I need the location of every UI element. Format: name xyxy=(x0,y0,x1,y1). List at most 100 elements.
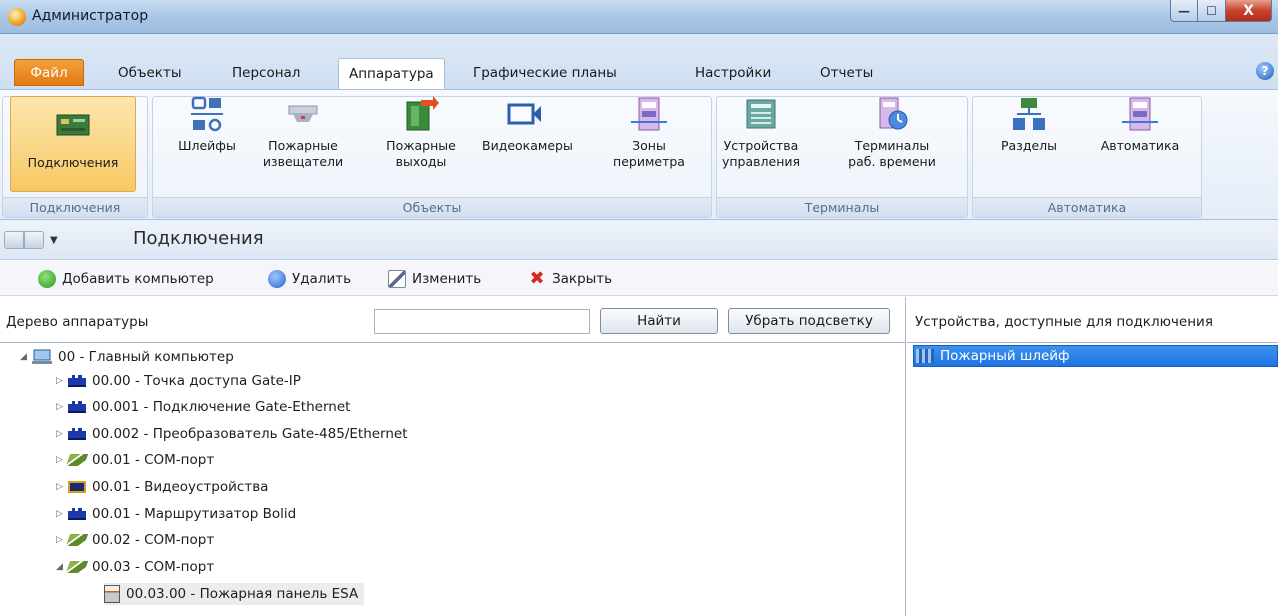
forward-arrow-icon[interactable] xyxy=(24,231,44,249)
tree-node[interactable]: ▷ 00.02 - COM-порт xyxy=(56,529,214,551)
edit-label: Изменить xyxy=(412,271,482,287)
ribbon-button-label: Терминалы раб. времени xyxy=(848,138,936,169)
tree-node[interactable]: ▷ 00.01 - Видеоустройства xyxy=(56,476,268,498)
ribbon-group-label: Объекты xyxy=(153,197,711,217)
delete-label: Удалить xyxy=(292,271,352,287)
ribbon-button-control-devices[interactable]: Устройства управления xyxy=(718,96,804,170)
available-devices-pane: Устройства, доступные для подключения По… xyxy=(907,297,1278,616)
tree-node-label: 00.01 - Маршрутизатор Bolid xyxy=(92,506,297,522)
tab-settings[interactable]: Настройки xyxy=(685,58,781,90)
tree-node[interactable]: ▷ 00.001 - Подключение Gate-Ethernet xyxy=(56,396,350,418)
expand-arrow-icon[interactable]: ▷ xyxy=(56,529,68,551)
expand-arrow-icon[interactable]: ▷ xyxy=(56,396,68,418)
ribbon-group-label: Терминалы xyxy=(717,197,967,217)
help-icon[interactable]: ? xyxy=(1256,62,1274,80)
minus-circle-icon xyxy=(268,270,286,288)
ribbon-button-fire-exits[interactable]: Пожарные выходы xyxy=(378,96,464,170)
video-devices-icon xyxy=(68,481,86,493)
maximize-button[interactable]: ☐ xyxy=(1198,0,1226,22)
tree-node-label: 00.00 - Точка доступа Gate-IP xyxy=(92,373,301,389)
fire-panel-icon xyxy=(104,585,120,603)
tab-objects[interactable]: Объекты xyxy=(108,58,191,90)
expand-arrow-icon[interactable]: ▷ xyxy=(56,503,68,525)
tab-hardware[interactable]: Аппаратура xyxy=(338,58,445,90)
ribbon-button-label: Пожарные выходы xyxy=(386,138,456,169)
edit-button[interactable]: Изменить xyxy=(388,269,481,289)
available-devices-title: Устройства, доступные для подключения xyxy=(915,314,1213,330)
search-input[interactable] xyxy=(374,309,590,334)
ribbon-group-label: Подключения xyxy=(3,197,147,217)
tree-node[interactable]: ▷ 00.00 - Точка доступа Gate-IP xyxy=(56,370,301,392)
tree-node[interactable]: ◢ 00 - Главный компьютер xyxy=(20,346,234,368)
hardware-tree-pane: Дерево аппаратуры Найти Убрать подсветку… xyxy=(0,297,906,616)
pencil-icon xyxy=(388,270,406,288)
tree-node-label: 00.02 - COM-порт xyxy=(92,532,215,548)
title-bar: Администратор — ☐ X xyxy=(0,0,1278,34)
tab-personnel[interactable]: Персонал xyxy=(222,58,310,90)
hardware-tree: ◢ 00 - Главный компьютер ▷ 00.00 - Точка… xyxy=(0,342,905,616)
find-button[interactable]: Найти xyxy=(600,308,718,334)
computer-icon xyxy=(32,349,52,365)
ribbon-button-perimeter-zones[interactable]: Зоны периметра xyxy=(606,96,692,170)
close-button[interactable]: ✖ Закрыть xyxy=(528,269,612,289)
tree-node-label: 00.01 - Видеоустройства xyxy=(92,479,269,495)
tree-node-selected[interactable]: 00.03.00 - Пожарная панель ESA xyxy=(104,583,365,605)
tree-node-label: 00 - Главный компьютер xyxy=(58,349,234,365)
expand-arrow-icon[interactable]: ▷ xyxy=(56,370,68,392)
connections-icon xyxy=(55,107,91,143)
automation-icon xyxy=(1122,96,1158,132)
perimeter-zone-icon xyxy=(631,96,667,132)
minimize-button[interactable]: — xyxy=(1170,0,1198,22)
add-computer-label: Добавить компьютер xyxy=(62,271,214,287)
expand-arrow-icon[interactable]: ▷ xyxy=(56,423,68,445)
ribbon-button-label: Пожарные извещатели xyxy=(262,138,344,169)
clear-highlight-button[interactable]: Убрать подсветку xyxy=(728,308,890,334)
ribbon-button-loops[interactable]: Шлейфы xyxy=(164,96,250,154)
tree-node[interactable]: ▷ 00.01 - COM-порт xyxy=(56,449,214,471)
close-window-button[interactable]: X xyxy=(1226,0,1272,22)
ribbon-button-fire-detectors[interactable]: Пожарные извещатели xyxy=(260,96,346,170)
window-title: Администратор xyxy=(32,8,149,24)
fire-exit-icon xyxy=(403,96,439,132)
tab-graphic-plans[interactable]: Графические планы xyxy=(463,58,627,90)
ribbon-button-label: Видеокамеры xyxy=(482,138,573,153)
expand-arrow-icon[interactable]: ▷ xyxy=(56,476,68,498)
ribbon-button-connections[interactable]: Подключения xyxy=(10,96,136,192)
tree-node[interactable]: ◢ 00.03 - COM-порт xyxy=(56,556,214,578)
collapse-arrow-icon[interactable]: ◢ xyxy=(56,556,68,578)
list-item-label: Пожарный шлейф xyxy=(940,348,1070,364)
camera-icon xyxy=(507,96,543,132)
cable-icon xyxy=(65,454,89,466)
list-item-selected[interactable]: Пожарный шлейф xyxy=(913,345,1278,367)
app-icon xyxy=(8,8,26,26)
ribbon-button-cameras[interactable]: Видеокамеры xyxy=(482,96,573,154)
tree-node[interactable]: ▷ 00.002 - Преобразователь Gate-485/Ethe… xyxy=(56,423,408,445)
tab-file[interactable]: Файл xyxy=(14,59,84,86)
tab-reports[interactable]: Отчеты xyxy=(810,58,883,90)
ribbon-button-automation[interactable]: Автоматика xyxy=(1092,96,1188,154)
board-icon xyxy=(68,375,86,387)
toolbar: Добавить компьютер Удалить Изменить ✖ За… xyxy=(0,261,1278,296)
history-dropdown-icon[interactable]: ▼ xyxy=(50,235,58,246)
available-devices-list: Пожарный шлейф xyxy=(907,342,1278,616)
loops-icon xyxy=(189,96,225,132)
ribbon-group-label: Автоматика xyxy=(973,197,1201,217)
plus-circle-icon xyxy=(38,270,56,288)
board-icon xyxy=(68,401,86,413)
collapse-arrow-icon[interactable]: ◢ xyxy=(20,346,32,368)
expand-arrow-icon[interactable]: ▷ xyxy=(56,449,68,471)
cable-icon xyxy=(65,534,89,546)
delete-button[interactable]: Удалить xyxy=(268,269,351,289)
ribbon-button-label: Автоматика xyxy=(1100,138,1180,153)
tree-node[interactable]: ▷ 00.01 - Маршрутизатор Bolid xyxy=(56,503,296,525)
cable-icon xyxy=(65,561,89,573)
board-icon xyxy=(68,428,86,440)
add-computer-button[interactable]: Добавить компьютер xyxy=(38,269,214,289)
ribbon-button-partitions[interactable]: Разделы xyxy=(986,96,1072,154)
close-x-icon: ✖ xyxy=(529,268,545,289)
ribbon-button-time-terminals[interactable]: Терминалы раб. времени xyxy=(830,96,954,170)
menu-tab-bar xyxy=(0,34,1278,89)
tree-node-label: 00.002 - Преобразователь Gate-485/Ethern… xyxy=(92,426,408,442)
back-arrow-icon[interactable] xyxy=(4,231,24,249)
page-title: Подключения xyxy=(133,228,264,249)
